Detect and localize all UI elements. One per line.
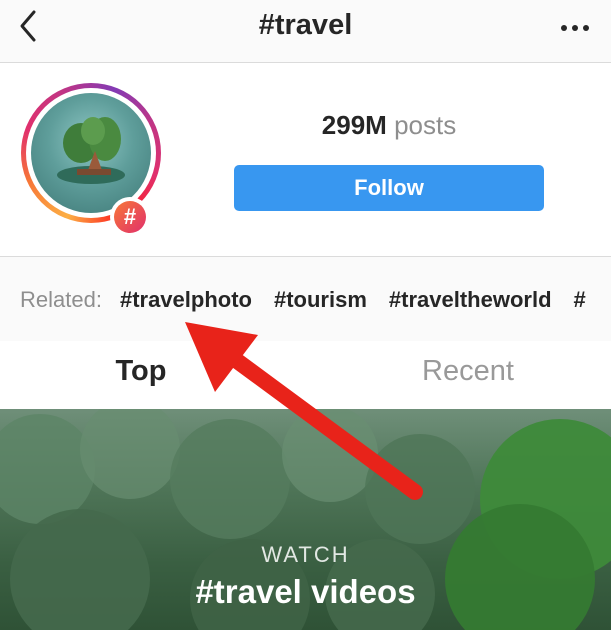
posts-label: posts [394, 110, 457, 140]
posts-count-value: 299M [321, 110, 387, 140]
hashtag-badge: # [110, 197, 150, 237]
featured-video[interactable]: WATCH #travel videos [0, 409, 611, 630]
related-tag-tourism[interactable]: #tourism [274, 287, 367, 313]
related-tag-traveltheworld[interactable]: #traveltheworld [389, 287, 552, 313]
related-tag-truncated[interactable]: # [574, 287, 586, 313]
tab-top[interactable]: Top [41, 355, 241, 388]
watch-label: WATCH [261, 542, 350, 567]
related-tag-travelphoto[interactable]: #travelphoto [120, 287, 252, 313]
island-photo-image [31, 93, 151, 213]
page-title: #travel [258, 9, 353, 41]
related-hashtags-bar[interactable]: Related: #travelphoto #tourism #travelth… [0, 256, 611, 342]
video-title: #travel videos [195, 573, 416, 610]
post-count: 299M posts [234, 110, 544, 141]
follow-button[interactable]: Follow [234, 165, 544, 211]
hashtag-profile: 299M posts Follow [0, 63, 611, 255]
related-label: Related: [20, 287, 102, 312]
tab-recent[interactable]: Recent [368, 355, 568, 388]
more-options-icon[interactable] [557, 20, 593, 36]
hashtag-icon: # [114, 201, 146, 233]
feed-tabs: Top Recent [0, 341, 611, 409]
top-bar: #travel [0, 0, 611, 63]
